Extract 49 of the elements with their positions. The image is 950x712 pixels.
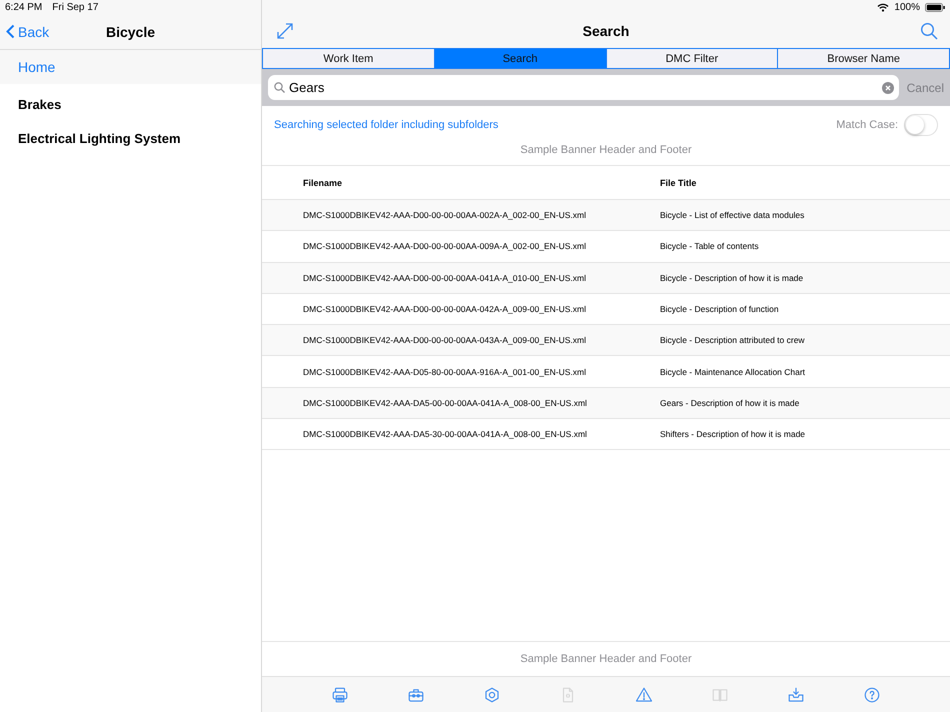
clear-icon[interactable]: [882, 82, 894, 94]
home-item[interactable]: Home: [0, 50, 261, 84]
table-cell: Bicycle - Maintenance Allocation Chart: [660, 366, 806, 377]
search-icon: [274, 82, 285, 93]
table-cell: DMC-S1000DBIKEV42-AAA-D00-00-00-00AA-042A-A_009-00_EN-US.xml: [303, 304, 586, 314]
warning-icon[interactable]: [635, 686, 653, 704]
table-cell: Shifters - Description of how it is made: [660, 429, 806, 440]
scope-link[interactable]: Searching selected folder including subfolders: [274, 119, 498, 131]
segment-tab[interactable]: Search: [434, 49, 606, 68]
table-cell: Bicycle - Description of function: [660, 304, 779, 314]
table-cell: Bicycle - List of effective data modules: [660, 210, 804, 220]
folder-item[interactable]: Brakes: [0, 84, 261, 118]
column-header: File Title: [660, 178, 696, 188]
table-cell: DMC-S1000DBIKEV42-AAA-D00-00-00-00AA-043A-A_009-00_EN-US.xml: [303, 335, 586, 346]
table-cell: DMC-S1000DBIKEV42-AAA-D05-80-00-00AA-916A-A_001-00_EN-US.xml: [303, 366, 586, 377]
status-date: Fri Sep 17: [52, 2, 98, 12]
table-cell: DMC-S1000DBIKEV42-AAA-D00-00-00-00AA-041A-A_010-00_EN-US.xml: [303, 272, 586, 283]
table-row[interactable]: DMC-S1000DBIKEV42-AAA-DA5-30-00-00AA-041A-A_008-00_EN-US.xml Shifters - Description of how it is made: [262, 418, 950, 450]
inbox-icon[interactable]: [787, 686, 805, 704]
table-cell: DMC-S1000DBIKEV42-AAA-DA5-30-00-00AA-041A-A_008-00_EN-US.xml: [303, 429, 587, 440]
table-row[interactable]: DMC-S1000DBIKEV42-AAA-D00-00-00-00AA-009A-A_002-00_EN-US.xml Bicycle - Table of contents: [262, 230, 950, 262]
table-cell: Bicycle - Table of contents: [660, 241, 759, 252]
search-field[interactable]: Gears: [268, 75, 899, 100]
table-cell: Gears - Description of how it is made: [660, 398, 800, 408]
printer-icon[interactable]: [331, 686, 349, 704]
wifi-icon: [877, 2, 890, 12]
banner-header: Sample Banner Header and Footer: [520, 144, 692, 156]
table-cell: Bicycle - Description attributed to crew: [660, 335, 805, 346]
page-title: Search: [582, 23, 630, 39]
table-row[interactable]: DMC-S1000DBIKEV42-AAA-D05-80-00-00AA-916A-A_001-00_EN-US.xml Bicycle - Maintenance Allocation Chart: [262, 356, 950, 388]
search-icon[interactable]: [920, 22, 938, 40]
table-cell: DMC-S1000DBIKEV42-AAA-D00-00-00-00AA-002A-A_002-00_EN-US.xml: [303, 210, 586, 220]
table-cell: DMC-S1000DBIKEV42-AAA-DA5-00-00-00AA-041A-A_008-00_EN-US.xml: [303, 398, 587, 408]
sidebar-title: Bicycle: [106, 24, 156, 40]
match-case-toggle[interactable]: [904, 114, 938, 136]
table-cell: DMC-S1000DBIKEV42-AAA-D00-00-00-00AA-009A-A_002-00_EN-US.xml: [303, 241, 586, 252]
column-header: Filename: [303, 178, 342, 188]
back-button[interactable]: Back: [0, 24, 50, 40]
battery-icon: [925, 2, 945, 12]
banner-footer: Sample Banner Header and Footer: [520, 653, 692, 665]
hexagon-icon[interactable]: [483, 686, 501, 704]
expand-icon[interactable]: [276, 22, 294, 40]
table-cell: Bicycle - Description of how it is made: [660, 272, 804, 283]
chevron-left-icon: [6, 24, 15, 39]
battery-percent: 100%: [894, 2, 920, 12]
match-case-label: Match Case:: [836, 119, 898, 131]
help-icon[interactable]: [863, 686, 881, 704]
status-time: 6:24 PM: [5, 2, 42, 12]
folder-item[interactable]: Electrical Lighting System: [0, 118, 261, 152]
